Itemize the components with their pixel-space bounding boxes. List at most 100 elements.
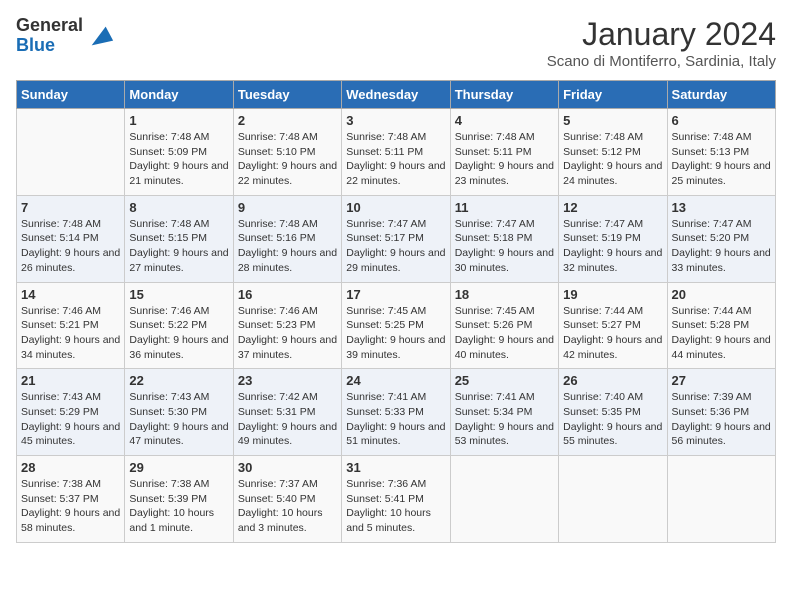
calendar-cell: 29 Sunrise: 7:38 AMSunset: 5:39 PMDaylig… xyxy=(125,456,233,543)
day-number: 9 xyxy=(238,200,337,215)
calendar-cell: 19 Sunrise: 7:44 AMSunset: 5:27 PMDaylig… xyxy=(559,282,667,369)
cell-info: Sunrise: 7:48 AMSunset: 5:15 PMDaylight:… xyxy=(129,217,228,276)
week-row-4: 28 Sunrise: 7:38 AMSunset: 5:37 PMDaylig… xyxy=(17,456,776,543)
day-number: 23 xyxy=(238,373,337,388)
day-number: 14 xyxy=(21,287,120,302)
week-row-2: 14 Sunrise: 7:46 AMSunset: 5:21 PMDaylig… xyxy=(17,282,776,369)
calendar-cell: 16 Sunrise: 7:46 AMSunset: 5:23 PMDaylig… xyxy=(233,282,341,369)
calendar-cell: 27 Sunrise: 7:39 AMSunset: 5:36 PMDaylig… xyxy=(667,369,775,456)
day-number: 7 xyxy=(21,200,120,215)
day-number: 29 xyxy=(129,460,228,475)
day-header-saturday: Saturday xyxy=(667,81,775,109)
cell-info: Sunrise: 7:43 AMSunset: 5:30 PMDaylight:… xyxy=(129,390,228,449)
cell-info: Sunrise: 7:47 AMSunset: 5:17 PMDaylight:… xyxy=(346,217,445,276)
calendar-cell: 15 Sunrise: 7:46 AMSunset: 5:22 PMDaylig… xyxy=(125,282,233,369)
cell-info: Sunrise: 7:47 AMSunset: 5:18 PMDaylight:… xyxy=(455,217,554,276)
day-number: 4 xyxy=(455,113,554,128)
calendar-cell: 7 Sunrise: 7:48 AMSunset: 5:14 PMDayligh… xyxy=(17,195,125,282)
cell-info: Sunrise: 7:47 AMSunset: 5:19 PMDaylight:… xyxy=(563,217,662,276)
day-number: 27 xyxy=(672,373,771,388)
day-number: 11 xyxy=(455,200,554,215)
day-number: 26 xyxy=(563,373,662,388)
calendar-cell: 2 Sunrise: 7:48 AMSunset: 5:10 PMDayligh… xyxy=(233,109,341,196)
month-title: January 2024 xyxy=(547,16,776,53)
day-header-thursday: Thursday xyxy=(450,81,558,109)
day-header-tuesday: Tuesday xyxy=(233,81,341,109)
cell-info: Sunrise: 7:48 AMSunset: 5:11 PMDaylight:… xyxy=(455,130,554,189)
cell-info: Sunrise: 7:44 AMSunset: 5:27 PMDaylight:… xyxy=(563,304,662,363)
day-number: 6 xyxy=(672,113,771,128)
cell-info: Sunrise: 7:43 AMSunset: 5:29 PMDaylight:… xyxy=(21,390,120,449)
calendar-cell: 31 Sunrise: 7:36 AMSunset: 5:41 PMDaylig… xyxy=(342,456,450,543)
day-number: 31 xyxy=(346,460,445,475)
cell-info: Sunrise: 7:42 AMSunset: 5:31 PMDaylight:… xyxy=(238,390,337,449)
calendar-cell: 23 Sunrise: 7:42 AMSunset: 5:31 PMDaylig… xyxy=(233,369,341,456)
logo: General Blue xyxy=(16,16,115,56)
cell-info: Sunrise: 7:48 AMSunset: 5:09 PMDaylight:… xyxy=(129,130,228,189)
cell-info: Sunrise: 7:40 AMSunset: 5:35 PMDaylight:… xyxy=(563,390,662,449)
day-number: 25 xyxy=(455,373,554,388)
day-header-monday: Monday xyxy=(125,81,233,109)
calendar-cell: 26 Sunrise: 7:40 AMSunset: 5:35 PMDaylig… xyxy=(559,369,667,456)
cell-info: Sunrise: 7:48 AMSunset: 5:11 PMDaylight:… xyxy=(346,130,445,189)
calendar-cell: 30 Sunrise: 7:37 AMSunset: 5:40 PMDaylig… xyxy=(233,456,341,543)
day-number: 21 xyxy=(21,373,120,388)
cell-info: Sunrise: 7:45 AMSunset: 5:26 PMDaylight:… xyxy=(455,304,554,363)
calendar-cell: 28 Sunrise: 7:38 AMSunset: 5:37 PMDaylig… xyxy=(17,456,125,543)
day-number: 5 xyxy=(563,113,662,128)
cell-info: Sunrise: 7:46 AMSunset: 5:22 PMDaylight:… xyxy=(129,304,228,363)
day-number: 24 xyxy=(346,373,445,388)
week-row-0: 1 Sunrise: 7:48 AMSunset: 5:09 PMDayligh… xyxy=(17,109,776,196)
calendar-cell: 18 Sunrise: 7:45 AMSunset: 5:26 PMDaylig… xyxy=(450,282,558,369)
day-number: 3 xyxy=(346,113,445,128)
cell-info: Sunrise: 7:47 AMSunset: 5:20 PMDaylight:… xyxy=(672,217,771,276)
cell-info: Sunrise: 7:48 AMSunset: 5:12 PMDaylight:… xyxy=(563,130,662,189)
cell-info: Sunrise: 7:39 AMSunset: 5:36 PMDaylight:… xyxy=(672,390,771,449)
calendar-cell: 13 Sunrise: 7:47 AMSunset: 5:20 PMDaylig… xyxy=(667,195,775,282)
calendar-cell xyxy=(450,456,558,543)
calendar-cell: 11 Sunrise: 7:47 AMSunset: 5:18 PMDaylig… xyxy=(450,195,558,282)
cell-info: Sunrise: 7:41 AMSunset: 5:34 PMDaylight:… xyxy=(455,390,554,449)
calendar-cell: 22 Sunrise: 7:43 AMSunset: 5:30 PMDaylig… xyxy=(125,369,233,456)
cell-info: Sunrise: 7:41 AMSunset: 5:33 PMDaylight:… xyxy=(346,390,445,449)
calendar-cell: 24 Sunrise: 7:41 AMSunset: 5:33 PMDaylig… xyxy=(342,369,450,456)
day-number: 12 xyxy=(563,200,662,215)
cell-info: Sunrise: 7:48 AMSunset: 5:13 PMDaylight:… xyxy=(672,130,771,189)
cell-info: Sunrise: 7:38 AMSunset: 5:37 PMDaylight:… xyxy=(21,477,120,536)
calendar-cell: 1 Sunrise: 7:48 AMSunset: 5:09 PMDayligh… xyxy=(125,109,233,196)
day-number: 17 xyxy=(346,287,445,302)
calendar-cell: 3 Sunrise: 7:48 AMSunset: 5:11 PMDayligh… xyxy=(342,109,450,196)
calendar-cell: 8 Sunrise: 7:48 AMSunset: 5:15 PMDayligh… xyxy=(125,195,233,282)
day-number: 1 xyxy=(129,113,228,128)
calendar-cell xyxy=(17,109,125,196)
calendar-cell: 6 Sunrise: 7:48 AMSunset: 5:13 PMDayligh… xyxy=(667,109,775,196)
day-number: 19 xyxy=(563,287,662,302)
cell-info: Sunrise: 7:46 AMSunset: 5:23 PMDaylight:… xyxy=(238,304,337,363)
day-number: 18 xyxy=(455,287,554,302)
logo-icon xyxy=(87,22,115,50)
day-number: 10 xyxy=(346,200,445,215)
calendar-cell: 5 Sunrise: 7:48 AMSunset: 5:12 PMDayligh… xyxy=(559,109,667,196)
day-header-wednesday: Wednesday xyxy=(342,81,450,109)
calendar-cell: 9 Sunrise: 7:48 AMSunset: 5:16 PMDayligh… xyxy=(233,195,341,282)
week-row-1: 7 Sunrise: 7:48 AMSunset: 5:14 PMDayligh… xyxy=(17,195,776,282)
calendar-cell: 12 Sunrise: 7:47 AMSunset: 5:19 PMDaylig… xyxy=(559,195,667,282)
cell-info: Sunrise: 7:36 AMSunset: 5:41 PMDaylight:… xyxy=(346,477,445,536)
day-number: 13 xyxy=(672,200,771,215)
calendar-cell: 4 Sunrise: 7:48 AMSunset: 5:11 PMDayligh… xyxy=(450,109,558,196)
page-header: General Blue January 2024 Scano di Monti… xyxy=(16,16,776,70)
day-number: 22 xyxy=(129,373,228,388)
calendar-cell xyxy=(667,456,775,543)
calendar-cell: 10 Sunrise: 7:47 AMSunset: 5:17 PMDaylig… xyxy=(342,195,450,282)
day-number: 16 xyxy=(238,287,337,302)
logo-blue: Blue xyxy=(16,36,83,56)
cell-info: Sunrise: 7:46 AMSunset: 5:21 PMDaylight:… xyxy=(21,304,120,363)
day-number: 15 xyxy=(129,287,228,302)
day-number: 20 xyxy=(672,287,771,302)
cell-info: Sunrise: 7:48 AMSunset: 5:10 PMDaylight:… xyxy=(238,130,337,189)
cell-info: Sunrise: 7:48 AMSunset: 5:16 PMDaylight:… xyxy=(238,217,337,276)
calendar-cell: 17 Sunrise: 7:45 AMSunset: 5:25 PMDaylig… xyxy=(342,282,450,369)
day-number: 2 xyxy=(238,113,337,128)
day-number: 30 xyxy=(238,460,337,475)
day-header-sunday: Sunday xyxy=(17,81,125,109)
